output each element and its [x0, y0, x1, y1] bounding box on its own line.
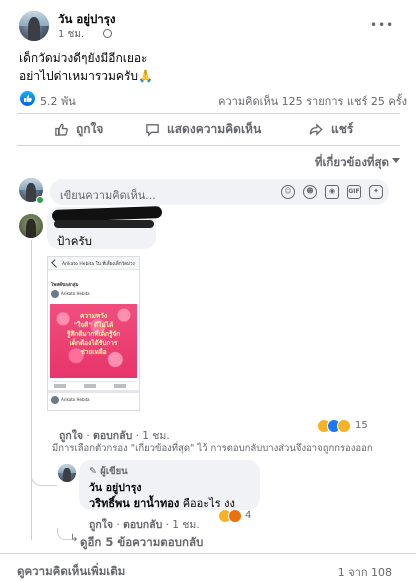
emoji-icon[interactable]: ☻ [303, 185, 317, 199]
post-time[interactable]: 1 ชม. [58, 27, 84, 42]
hearts-image-text: ความหวัง "ใจดี" ดีไม่ได้ รู้สึกดีมากที่เ… [66, 312, 121, 356]
share-button[interactable]: แชร์ [308, 120, 353, 139]
comments-count-indicator: 1 จาก 108 [337, 566, 392, 579]
reply-thread-curve [31, 470, 57, 486]
thumbs-up-icon [55, 123, 68, 136]
camera-icon[interactable]: ◉ [325, 185, 339, 199]
redacted-commenter-name-shadow [54, 220, 154, 228]
comment-attached-image[interactable]: Arikato Hebita ใน ที่เลี้ยงเด็กวัดม่วง โ… [47, 256, 140, 411]
wow-reaction-icon [337, 419, 351, 433]
comment-button[interactable]: แสดงความคิดเห็น [145, 120, 261, 139]
reply-arrow-icon: ↳ [70, 533, 79, 544]
chevron-down-icon[interactable] [392, 158, 400, 163]
comment-text: ป้าครับ [57, 234, 92, 248]
divider [0, 553, 416, 554]
pencil-icon: ✎ [89, 466, 97, 477]
comment-icon [146, 124, 159, 137]
online-status-dot [36, 196, 44, 204]
reply-time[interactable]: 1 ชม. [172, 519, 199, 531]
divider [17, 145, 400, 146]
comment-sort-dropdown[interactable]: ที่เกี่ยวข้องที่สุด [315, 154, 389, 172]
reply-meta: ถูกใจ · ตอบกลับ · 1 ชม. [89, 519, 200, 531]
reply-text: วริทธิ์พน ยาน้ำทอง คืออะไร งง [89, 497, 235, 510]
like-count[interactable]: 5.2 พัน [40, 92, 76, 110]
gif-icon[interactable]: GIF [347, 185, 361, 199]
comment-label: แสดงความคิดเห็น [167, 122, 262, 136]
comment-input-placeholder[interactable]: เขียนความคิดเห็น... [60, 186, 156, 204]
comments-shares-count[interactable]: ความคิดเห็น 125 รายการ แชร์ 25 ครั้ง [218, 92, 407, 110]
divider [17, 113, 400, 114]
shot-header: Arikato Hebita ใน ที่เลี้ยงเด็กวัดม่วง [62, 262, 135, 267]
commenter-avatar[interactable] [19, 214, 43, 238]
post-text-line-1: เด็กวัดม่วงดีๆยังมีอีกเยอะ [19, 51, 148, 65]
tagged-user[interactable]: วริทธิ์พน ยาน้ำทอง [89, 497, 179, 510]
shot-poster: Arikato Hebita [61, 291, 90, 296]
angry-reaction-icon [228, 509, 242, 523]
share-icon [309, 123, 323, 136]
reply-thread-line [31, 240, 32, 540]
post-text-line-2: อย่าไปด่าเหมารวมครับ🙏 [19, 69, 153, 83]
filter-note: มีการเลือกตัวกรอง "เกี่ยวข้องที่สุด" ไว้… [52, 443, 373, 454]
like-label: ถูกใจ [76, 122, 104, 136]
avatar-sticker-icon[interactable]: ☺ [281, 185, 295, 199]
share-label: แชร์ [331, 122, 354, 136]
like-button[interactable]: ถูกใจ [54, 120, 103, 139]
like-reaction-icon[interactable] [20, 91, 35, 106]
shot-subheader: โพสต์ของกลุ่ม [51, 283, 79, 288]
reply-like-link[interactable]: ถูกใจ [89, 519, 113, 531]
view-more-replies-link[interactable]: ดูอีก 5 ข้อความตอบกลับ [80, 534, 203, 552]
reply-author-avatar[interactable] [58, 464, 76, 482]
reply-reply-link[interactable]: ตอบกลับ [123, 519, 162, 531]
shot-bottom-poster: Arikato Hebita [61, 397, 90, 402]
comment-reaction-count: 15 [355, 420, 368, 431]
post-author-avatar[interactable] [19, 11, 49, 41]
reply-reaction-count: 4 [245, 510, 252, 521]
globe-icon [103, 29, 112, 38]
more-options-icon[interactable]: ••• [370, 18, 394, 32]
view-more-comments-link[interactable]: ดูความคิดเห็นเพิ่มเติม [17, 563, 125, 581]
author-badge: ✎ ผู้เขียน [89, 466, 128, 477]
sticker-icon[interactable]: ✦ [369, 185, 383, 199]
